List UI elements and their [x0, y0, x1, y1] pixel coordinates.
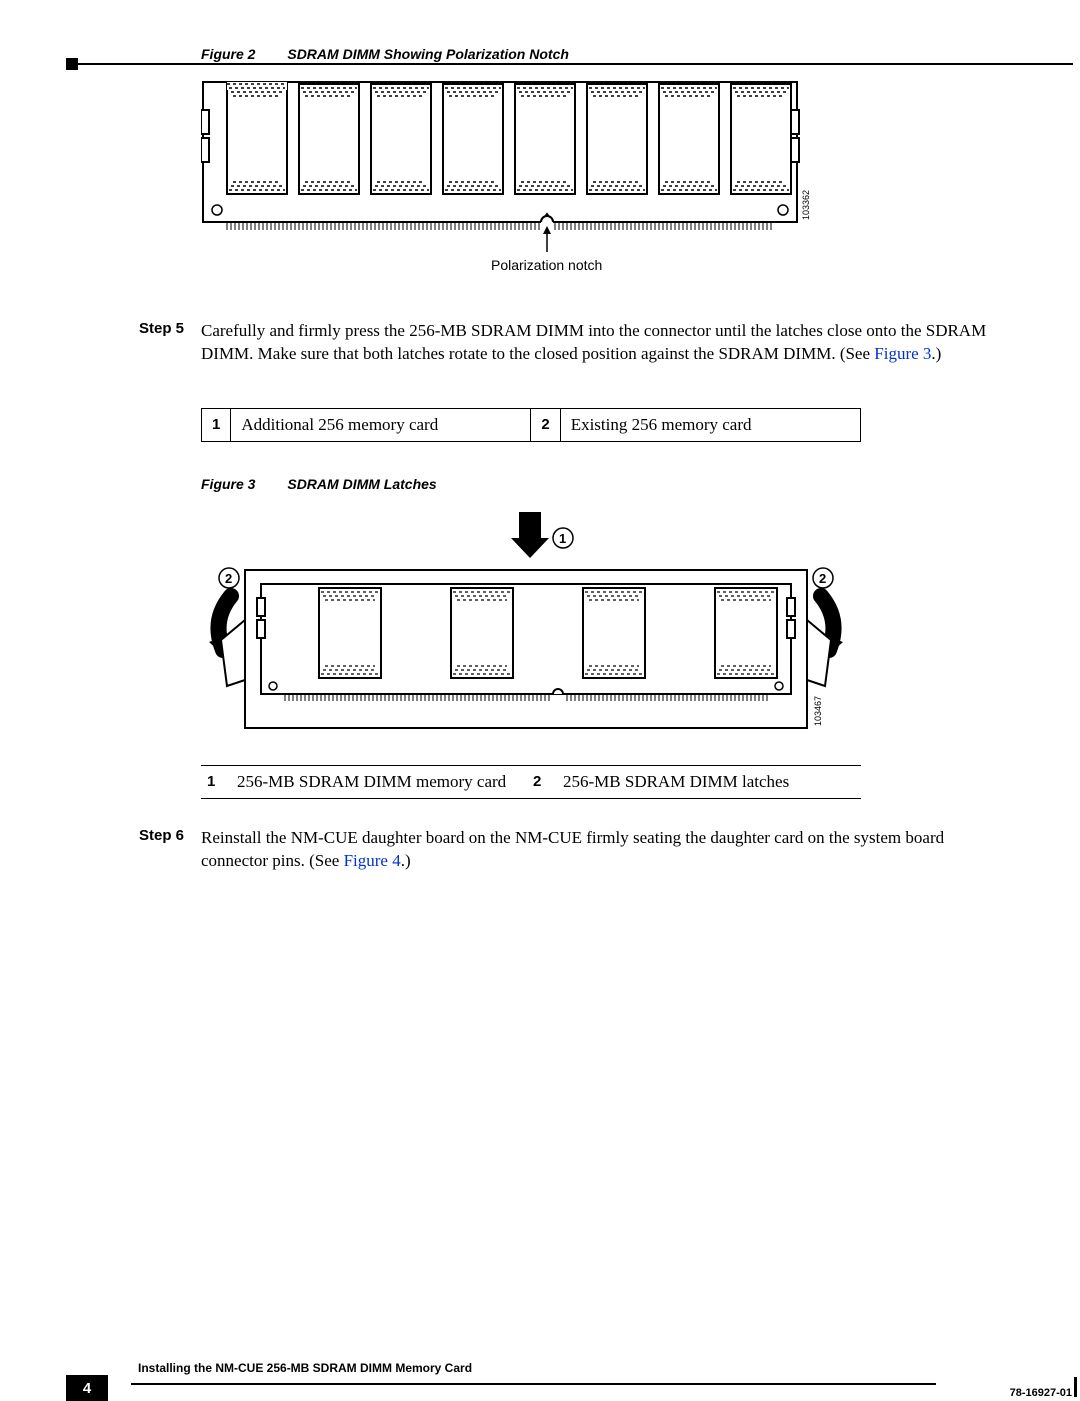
- page-footer: Installing the NM-CUE 256-MB SDRAM DIMM …: [66, 1383, 1080, 1385]
- figure3-label: Figure 3: [201, 476, 255, 492]
- svg-text:1: 1: [559, 531, 566, 546]
- footer-rule: [131, 1383, 936, 1385]
- figure2-caption: Figure 2 SDRAM DIMM Showing Polarization…: [201, 46, 999, 62]
- step6-label: Step 6: [139, 827, 187, 873]
- legend-desc: 256-MB SDRAM DIMM latches: [553, 765, 861, 798]
- footer-endbar: [1074, 1377, 1077, 1397]
- svg-text:2: 2: [819, 571, 826, 586]
- step6-text-after: .): [401, 851, 411, 870]
- table-row: 1 256-MB SDRAM DIMM memory card 2 256-MB…: [201, 765, 861, 798]
- footer-title: Installing the NM-CUE 256-MB SDRAM DIMM …: [138, 1361, 472, 1375]
- step6-block: Step 6 Reinstall the NM-CUE daughter boa…: [139, 827, 999, 873]
- legend-desc: Existing 256 memory card: [560, 408, 860, 441]
- figure3-imageid: 103467: [813, 696, 823, 726]
- footer-docnum: 78-16927-01: [1010, 1387, 1072, 1399]
- figure3-diagram: 1 2 2: [201, 510, 999, 745]
- legend-num: 1: [202, 408, 231, 441]
- figure2-title: SDRAM DIMM Showing Polarization Notch: [287, 46, 569, 62]
- step5-link[interactable]: Figure 3: [874, 344, 931, 363]
- step6-text-before: Reinstall the NM-CUE daughter board on t…: [201, 828, 944, 870]
- step5-label: Step 5: [139, 320, 187, 366]
- step5-text-before: Carefully and firmly press the 256-MB SD…: [201, 321, 986, 363]
- step5-text: Carefully and firmly press the 256-MB SD…: [201, 320, 999, 366]
- step6-link[interactable]: Figure 4: [344, 851, 401, 870]
- page-number: 4: [66, 1375, 108, 1401]
- figure2-imageid: 103362: [801, 190, 811, 220]
- step5-text-after: .): [931, 344, 941, 363]
- step5-block: Step 5 Carefully and firmly press the 25…: [139, 320, 999, 366]
- table-row: 1 Additional 256 memory card 2 Existing …: [202, 408, 861, 441]
- figure3-caption: Figure 3 SDRAM DIMM Latches: [201, 476, 999, 492]
- legend-num: 1: [201, 765, 227, 798]
- legend-desc: 256-MB SDRAM DIMM memory card: [227, 765, 527, 798]
- legend-num: 2: [527, 765, 553, 798]
- legend-desc: Additional 256 memory card: [231, 408, 531, 441]
- figure2-legend-table: 1 Additional 256 memory card 2 Existing …: [201, 408, 861, 442]
- polarization-notch-label: Polarization notch: [491, 257, 602, 273]
- page-content: Figure 2 SDRAM DIMM Showing Polarization…: [139, 46, 999, 873]
- step6-text: Reinstall the NM-CUE daughter board on t…: [201, 827, 999, 873]
- figure3-title: SDRAM DIMM Latches: [287, 476, 436, 492]
- figure2-label: Figure 2: [201, 46, 255, 62]
- figure3-legend-table: 1 256-MB SDRAM DIMM memory card 2 256-MB…: [201, 765, 861, 799]
- legend-num: 2: [531, 408, 560, 441]
- figure2-diagram: 103362 Polarization notch: [201, 80, 999, 280]
- svg-text:2: 2: [225, 571, 232, 586]
